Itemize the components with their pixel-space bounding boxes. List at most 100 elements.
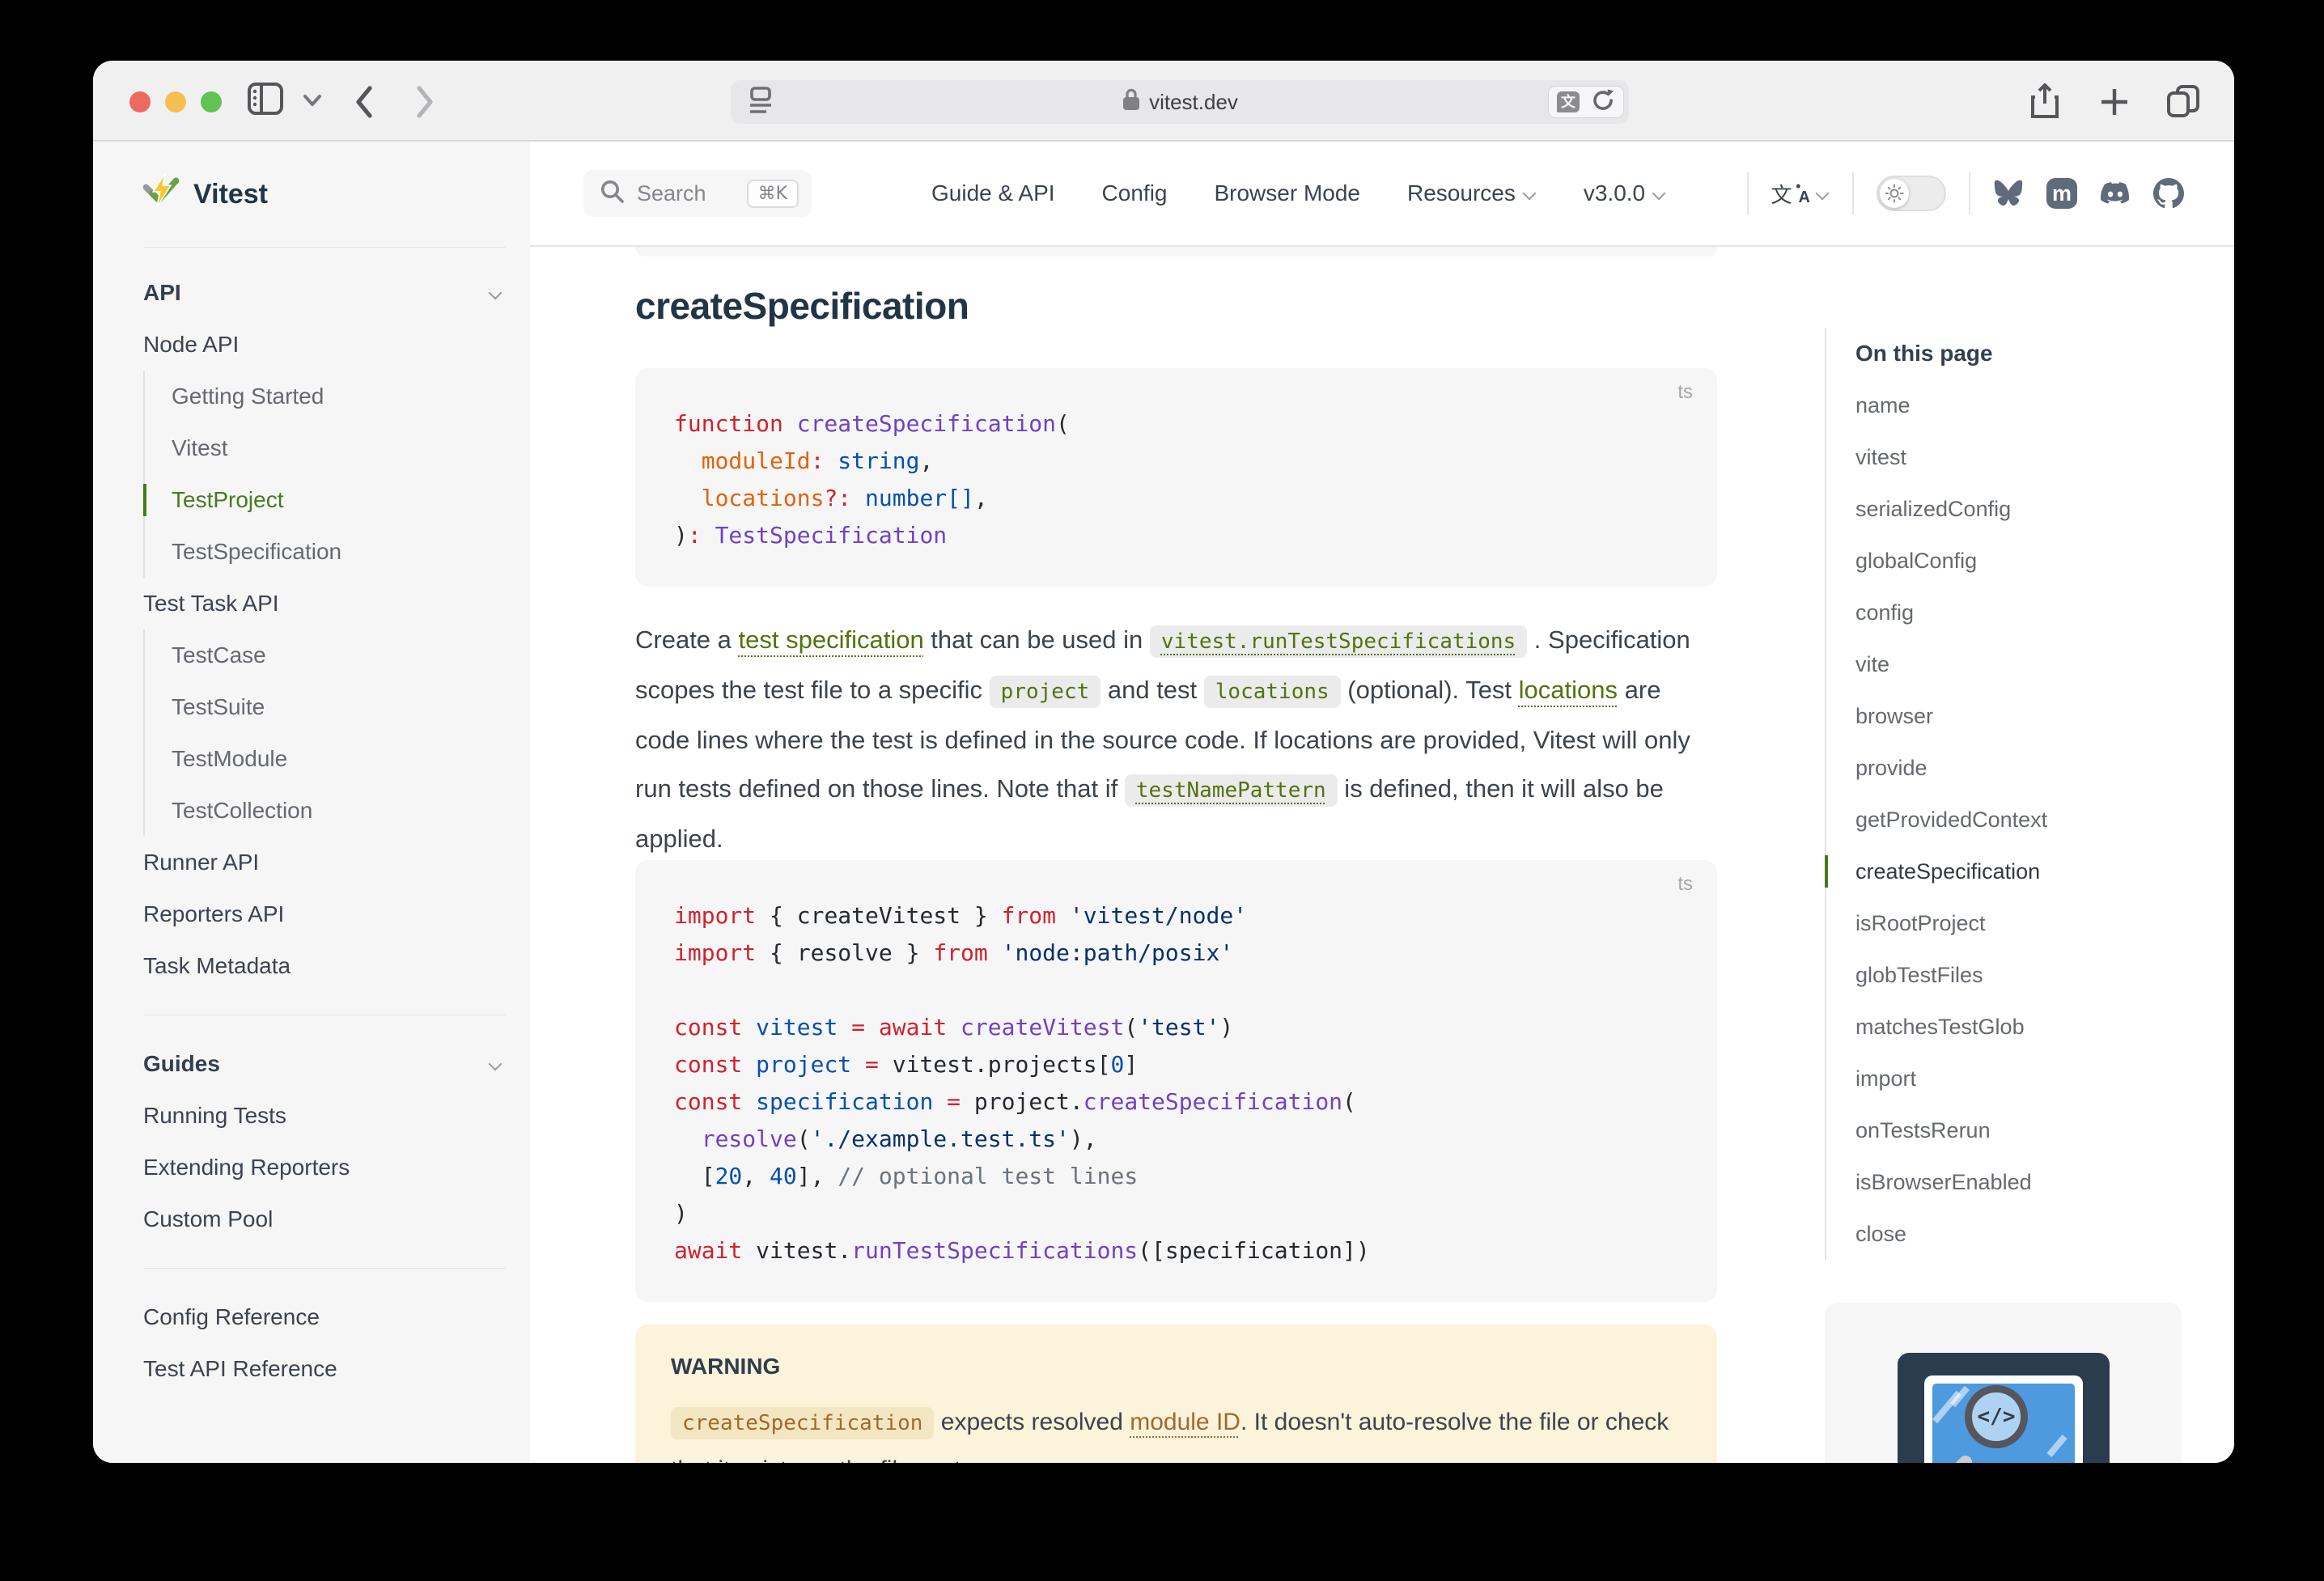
inline-code[interactable]: project [990,676,1101,708]
sidebar-item-testproject[interactable]: TestProject [172,474,506,526]
sidebar-item-running-tests[interactable]: Running Tests [143,1090,506,1142]
toc-item-ontestsrerun[interactable]: onTestsRerun [1855,1104,2182,1156]
code-line: ) [674,1195,1678,1232]
close-icon[interactable] [129,91,151,112]
sidebar-item-custom-pool[interactable]: Custom Pool [143,1193,506,1245]
search-button[interactable]: Search ⌘K [583,170,812,217]
main-content: createSpecification ts function createSp… [530,247,2234,1463]
sidebar-item-testsuite[interactable]: TestSuite [172,681,506,733]
sidebar-section-guides[interactable]: Guides [143,1038,506,1090]
mastodon-icon[interactable]: m [2046,178,2077,209]
warning-code[interactable]: createSpecification [671,1407,934,1439]
toc-item-getprovidedcontext[interactable]: getProvidedContext [1855,794,2182,846]
sidebar-item-reporters-api[interactable]: Reporters API [143,888,506,940]
bluesky-icon[interactable] [1993,178,2024,209]
sidebar-item-vitest[interactable]: Vitest [172,422,506,474]
toc-item-close[interactable]: close [1855,1208,2182,1260]
sidebar-item-test-api-reference[interactable]: Test API Reference [143,1343,506,1395]
chevron-down-icon[interactable] [302,93,323,112]
logo[interactable]: Vitest [93,142,530,247]
toc-item-matchestestglob[interactable]: matchesTestGlob [1855,1001,2182,1053]
chevron-down-icon [490,1058,503,1070]
translate-icon[interactable]: 文 [1557,91,1580,112]
address-bar[interactable]: vitest.dev 文 [731,80,1629,124]
divider [1747,172,1749,214]
warning-link[interactable]: module ID [1130,1409,1240,1435]
share-icon[interactable] [2029,83,2061,124]
previous-codeblock-edge [635,247,1717,256]
toc-item-name[interactable]: name [1855,379,2182,431]
sidebar-section-api[interactable]: API [143,267,506,319]
code-line: resolve('./example.test.ts'), [674,1121,1678,1158]
language-menu[interactable]: 文̇ A [1771,179,1830,209]
nav-item-browser-mode[interactable]: Browser Mode [1214,180,1360,206]
sidebar-item-testcollection[interactable]: TestCollection [172,785,506,837]
address-bar-actions: 文 [1548,86,1624,118]
reload-icon[interactable] [1591,87,1615,117]
toc-item-import[interactable]: import [1855,1053,2182,1104]
discord-icon[interactable] [2100,178,2131,209]
toc-title: On this page [1855,328,2182,379]
back-icon[interactable] [352,83,376,125]
minimize-icon[interactable] [165,91,186,112]
toc-item-config[interactable]: config [1855,587,2182,638]
url-text[interactable]: vitest.dev [1149,90,1238,115]
divider [1852,172,1854,214]
sidebar-nav: APINode APIGetting StartedVitestTestProj… [93,248,530,1395]
sidebar-item-testcase[interactable]: TestCase [172,629,506,681]
toc-item-browser[interactable]: browser [1855,690,2182,742]
sidebar-toggle-icon[interactable] [247,82,284,120]
code-line: const project = vitest.projects[0] [674,1046,1678,1083]
logo-text: Vitest [193,179,268,210]
code-lines[interactable]: function createSpecification( moduleId: … [674,405,1678,554]
code-line: const vitest = await createVitest('test'… [674,1009,1678,1046]
nav-item-guide-api[interactable]: Guide & API [931,180,1055,206]
divider [143,1268,506,1269]
zoom-icon[interactable] [201,91,222,112]
sidebar-item-runner-api[interactable]: Runner API [143,837,506,888]
monitor-illustration: </> [1924,1375,2083,1463]
nav-item-config[interactable]: Config [1102,180,1168,206]
sidebar-item-config-reference[interactable]: Config Reference [143,1291,506,1343]
sidebar-subgroup: Getting StartedVitestTestProjectTestSpec… [143,371,506,578]
toc-item-createspecification[interactable]: createSpecification [1855,846,2182,897]
warning-run: expects resolved [934,1409,1130,1435]
code-line: [20, 40], // optional test lines [674,1158,1678,1195]
sponsor-card[interactable]: </> [1825,1303,2182,1463]
toc-item-provide[interactable]: provide [1855,742,2182,794]
toc-item-isbrowserenabled[interactable]: isBrowserEnabled [1855,1156,2182,1208]
code-line: function createSpecification( [674,405,1678,443]
toc-item-vite[interactable]: vite [1855,638,2182,690]
paragraph-text: and test [1101,676,1204,704]
toc-item-vitest[interactable]: vitest [1855,431,2182,483]
new-tab-icon[interactable] [2098,86,2131,122]
sidebar-item-node-api[interactable]: Node API [143,319,506,371]
inline-code[interactable]: vitest.runTestSpecifications [1150,625,1527,658]
inline-code[interactable]: locations [1204,676,1341,708]
inline-code[interactable]: testNamePattern [1125,774,1338,807]
sidebar-item-getting-started[interactable]: Getting Started [172,371,506,422]
sidebar-item-extending-reporters[interactable]: Extending Reporters [143,1142,506,1193]
search-label: Search [637,181,706,206]
top-nav: Guide & API Config Browser Mode Resources v3… [931,180,1666,206]
sidebar-item-task-metadata[interactable]: Task Metadata [143,940,506,992]
nav-item-resources[interactable]: Resources [1407,180,1537,206]
toc-item-globalconfig[interactable]: globalConfig [1855,535,2182,587]
sidebar-item-test-task-api[interactable]: Test Task API [143,578,506,629]
toc-item-isrootproject[interactable]: isRootProject [1855,897,2182,949]
sidebar-item-testspecification[interactable]: TestSpecification [172,526,506,578]
github-icon[interactable] [2153,178,2184,209]
toc-item-serializedconfig[interactable]: serializedConfig [1855,483,2182,535]
theme-toggle[interactable] [1877,176,1946,211]
tabs-icon[interactable] [2166,83,2200,123]
inline-link[interactable]: locations [1519,676,1618,704]
inline-link[interactable]: test specification [739,625,924,654]
nav-item-v3-0-0[interactable]: v3.0.0 [1584,180,1666,206]
toc-item-globtestfiles[interactable]: globTestFiles [1855,949,2182,1001]
forward-icon[interactable] [413,83,437,125]
code-lines[interactable]: import { createVitest } from 'vitest/nod… [674,897,1678,1269]
site-header: Search ⌘K Guide & API Config Browser Mode R… [530,142,2234,247]
code-line: await vitest.runTestSpecifications([spec… [674,1232,1678,1269]
code-line: const specification = project.createSpec… [674,1083,1678,1121]
sidebar-item-testmodule[interactable]: TestModule [172,733,506,785]
